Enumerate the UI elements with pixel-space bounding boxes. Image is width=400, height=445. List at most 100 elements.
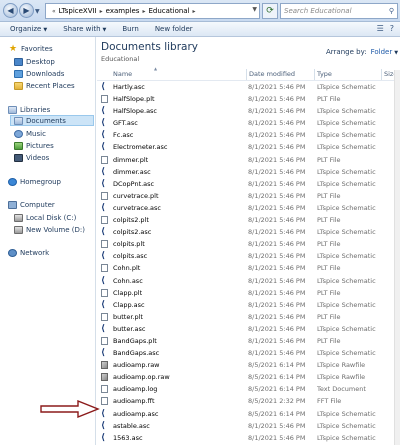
file-row[interactable]: ⟨ Electrometer.asc 8/1/2021 5:46 PM LTspice…	[97, 141, 400, 153]
file-name: audioamp.raw	[113, 361, 160, 370]
column-header-type[interactable]: Type	[317, 70, 332, 80]
help-icon[interactable]: ?	[390, 24, 394, 33]
file-row[interactable]: curvetrace.plt 8/1/2021 5:46 PM PLT File	[97, 190, 400, 202]
file-date-modified: 8/5/2021 2:32 PM	[248, 397, 306, 406]
column-divider[interactable]	[314, 69, 315, 80]
file-name: Cohn.plt	[113, 264, 141, 273]
address-row: ◀ ▶ ▼ « LTspiceXVII ▸ examples ▸ Educati…	[0, 0, 400, 22]
file-type: LTspice Schematic	[317, 83, 376, 91]
file-row[interactable]: colpits.plt 8/1/2021 5:46 PM PLT File	[97, 238, 400, 250]
sidebar-item-favorites[interactable]: ★ Favorites	[8, 43, 53, 54]
file-name: Cohn.asc	[113, 276, 143, 285]
breadcrumb-overflow-icon[interactable]: «	[52, 8, 56, 15]
file-date-modified: 8/1/2021 5:46 PM	[248, 312, 306, 321]
sidebar-item-documents[interactable]: Documents	[10, 115, 94, 126]
file-row[interactable]: ⟨ dimmer.asc 8/1/2021 5:46 PM LTspice Schem…	[97, 166, 400, 178]
file-type: LTspice Schematic	[317, 107, 376, 116]
search-input[interactable]: Search Educational ⚲	[280, 3, 398, 19]
breadcrumb-examples[interactable]: examples	[106, 7, 140, 15]
breadcrumb-chevron-icon[interactable]: ▸	[100, 8, 103, 15]
sidebar-item-recent-places[interactable]: Recent Places	[14, 80, 75, 91]
column-header-name[interactable]: Name	[113, 70, 132, 80]
sidebar-item-music[interactable]: Music	[14, 128, 46, 139]
view-options-icon[interactable]: ☰	[377, 24, 384, 33]
sidebar-item-desktop[interactable]: Desktop	[14, 56, 55, 67]
breadcrumb-chevron-icon[interactable]: ▸	[142, 8, 145, 15]
file-row[interactable]: ⟨ GFT.asc 8/1/2021 5:46 PM LTspice Schemati…	[97, 117, 400, 129]
refresh-button[interactable]: ⟳	[262, 3, 278, 19]
file-row[interactable]: ⟨ colpits.asc 8/1/2021 5:46 PM LTspice Sche…	[97, 250, 400, 262]
file-row[interactable]: colpits2.plt 8/1/2021 5:46 PM PLT File	[97, 214, 400, 226]
file-row[interactable]: Clapp.plt 8/1/2021 5:46 PM PLT File	[97, 287, 400, 299]
breadcrumb-ltspice[interactable]: LTspiceXVII	[59, 7, 97, 15]
file-name: GFT.asc	[113, 119, 138, 128]
column-divider[interactable]	[246, 69, 247, 80]
address-dropdown-icon[interactable]: ▼	[252, 6, 257, 13]
file-name: Clapp.asc	[113, 300, 145, 309]
file-name: BandGaps.asc	[113, 349, 160, 358]
arrange-by-control[interactable]: Arrange by: Folder ▼	[326, 48, 398, 56]
file-row[interactable]: ⟨ Cohn.asc 8/1/2021 5:46 PM LTspice Schemat…	[97, 275, 400, 287]
recent-pages-icon[interactable]: ▼	[35, 8, 40, 15]
organize-button[interactable]: Organize ▼	[10, 25, 47, 33]
file-date-modified: 8/1/2021 5:46 PM	[248, 107, 306, 116]
sidebar-item-pictures[interactable]: Pictures	[14, 140, 54, 151]
file-type: LTspice Schematic	[317, 131, 376, 140]
file-row[interactable]: HalfSlope.plt 8/1/2021 5:46 PM PLT File	[97, 93, 400, 105]
column-header-date-modified[interactable]: Date modified	[249, 70, 295, 80]
file-row[interactable]: ⟨ 1563.asc 8/1/2021 5:46 PM LTspice Schemat…	[97, 432, 400, 444]
file-row[interactable]: ⟨ Clapp.asc 8/1/2021 5:46 PM LTspice Schema…	[97, 299, 400, 311]
file-type: LTspice Schematic	[317, 228, 376, 237]
file-date-modified: 8/1/2021 5:46 PM	[248, 228, 306, 237]
file-date-modified: 8/5/2021 6:14 PM	[248, 373, 306, 382]
file-row[interactable]: ⟨ HalfSlope.asc 8/1/2021 5:46 PM LTspice Sc…	[97, 105, 400, 117]
file-row[interactable]: ⟨ astable.asc 8/1/2021 5:46 PM LTspice Sche…	[97, 420, 400, 432]
file-name: HalfSlope.asc	[113, 107, 158, 116]
sidebar-item-new-volume[interactable]: New Volume (D:)	[14, 224, 85, 235]
file-row[interactable]: ⟨ DCopPnt.asc 8/1/2021 5:46 PM LTspice Sche…	[97, 178, 400, 190]
file-row[interactable]: ⟨ Hartly.asc 8/1/2021 5:46 PM LTspice Schem…	[97, 81, 400, 93]
file-row[interactable]: ⟨ BandGaps.asc 8/1/2021 5:46 PM LTspice Sch…	[97, 347, 400, 359]
file-row[interactable]: ⟨ curvetrace.asc 8/1/2021 5:46 PM LTspice S…	[97, 202, 400, 214]
vertical-scrollbar[interactable]	[394, 70, 400, 445]
sidebar-item-homegroup[interactable]: Homegroup	[8, 176, 61, 187]
file-row[interactable]: BandGaps.plt 8/1/2021 5:46 PM PLT File	[97, 335, 400, 347]
arrange-by-value[interactable]: Folder	[371, 48, 393, 56]
sidebar-item-downloads[interactable]: Downloads	[14, 68, 64, 79]
column-divider[interactable]	[381, 69, 382, 80]
file-row[interactable]: audioamp.fft 8/5/2021 2:32 PM FFT File	[97, 395, 400, 407]
annotation-arrow-shape	[40, 400, 100, 418]
forward-button[interactable]: ▶	[19, 3, 34, 18]
search-icon[interactable]: ⚲	[389, 4, 394, 18]
file-date-modified: 8/1/2021 5:46 PM	[248, 191, 306, 200]
file-row[interactable]: audioamp.raw 8/5/2021 6:14 PM LTspice Rawf…	[97, 359, 400, 371]
sidebar-item-local-disk[interactable]: Local Disk (C:)	[14, 212, 76, 223]
breadcrumb-educational[interactable]: Educational	[148, 7, 189, 15]
new-folder-button[interactable]: New folder	[155, 25, 193, 33]
burn-button[interactable]: Burn	[122, 25, 138, 33]
drive-icon	[14, 213, 23, 222]
fft-file-icon	[101, 397, 108, 406]
file-row[interactable]: Cohn.plt 8/1/2021 5:46 PM PLT File	[97, 262, 400, 274]
breadcrumb-chevron-icon[interactable]: ▸	[193, 8, 196, 15]
file-row[interactable]: audioamp.op.raw 8/5/2021 6:14 PM LTspice R…	[97, 371, 400, 383]
file-row[interactable]: audioamp.log 8/5/2021 6:14 PM Text Documen…	[97, 383, 400, 395]
sidebar-item-videos[interactable]: Videos	[14, 152, 49, 163]
file-row[interactable]: ⟨ Fc.asc 8/1/2021 5:46 PM LTspice Schematic	[97, 129, 400, 141]
file-row[interactable]: ⟨ colpits2.asc 8/1/2021 5:46 PM LTspice Sch…	[97, 226, 400, 238]
sidebar-item-network[interactable]: Network	[8, 247, 49, 258]
file-row[interactable]: ⟨ butter.asc 8/1/2021 5:46 PM LTspice Schem…	[97, 323, 400, 335]
file-row[interactable]: butter.plt 8/1/2021 5:46 PM PLT File	[97, 311, 400, 323]
documents-icon	[14, 116, 23, 125]
file-row[interactable]: dimmer.plt 8/1/2021 5:46 PM PLT File	[97, 154, 400, 166]
sidebar-item-libraries[interactable]: Libraries	[8, 104, 50, 115]
file-type: PLT File	[317, 191, 341, 200]
file-row[interactable]: ⟨ audioamp.asc 8/5/2021 6:14 PM LTspice Sch…	[97, 408, 400, 420]
file-name: colpits.asc	[113, 252, 148, 261]
plt-file-icon	[101, 95, 108, 104]
sidebar-item-computer[interactable]: Computer	[8, 199, 55, 210]
share-with-button[interactable]: Share with ▼	[63, 25, 106, 33]
schematic-file-icon: ⟨	[101, 323, 106, 334]
address-bar[interactable]: « LTspiceXVII ▸ examples ▸ Educational ▸…	[45, 3, 260, 19]
back-button[interactable]: ◀	[3, 3, 18, 18]
